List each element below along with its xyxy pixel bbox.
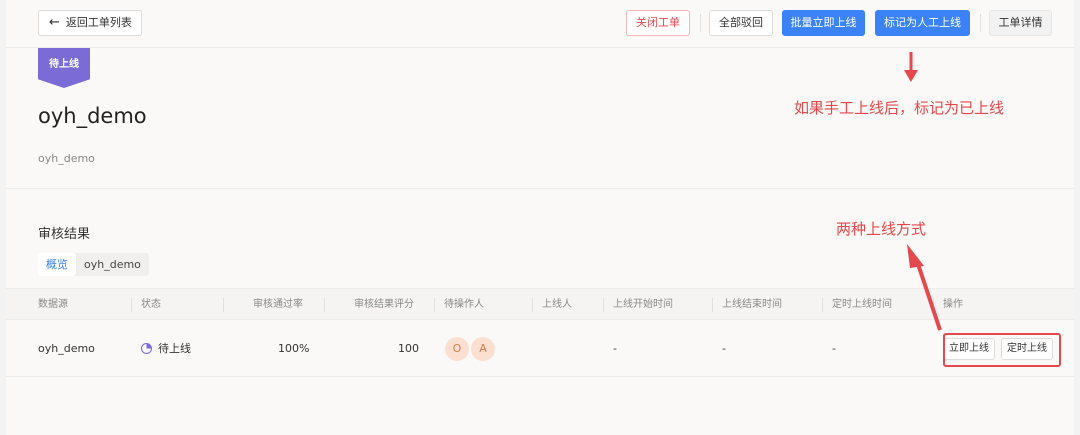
scheduled-time-cell: -	[832, 342, 836, 355]
start-time-cell: -	[613, 342, 617, 355]
column-header: 待操作人	[434, 289, 484, 321]
annotation-note-methods: 两种上线方式	[836, 220, 927, 238]
datasource-cell: oyh_demo	[38, 342, 95, 355]
score-cell: 100	[398, 342, 419, 355]
tab-oyh-demo[interactable]: oyh_demo	[76, 253, 149, 276]
column-header: 定时上线时间	[822, 289, 892, 321]
toolbar-divider	[700, 14, 701, 32]
ticket-detail-button[interactable]: 工单详情	[989, 10, 1052, 36]
section-divider	[6, 188, 1074, 189]
avatar[interactable]: A	[471, 337, 495, 361]
close-ticket-button[interactable]: 关闭工单	[626, 10, 690, 36]
end-time-cell: -	[722, 342, 726, 355]
mark-manual-online-button[interactable]: 标记为人工上线	[875, 10, 970, 36]
arrow-left-icon: ←	[49, 15, 60, 30]
page-description: oyh_demo	[38, 152, 95, 165]
column-header: 上线人	[532, 289, 572, 321]
tab-overview[interactable]: 概览	[38, 253, 76, 276]
column-header: 操作	[933, 289, 963, 321]
table-row: oyh_demo 待上线 100% 100 O A - - - 立即上线 定时上…	[6, 321, 1074, 377]
column-header: 上线开始时间	[603, 289, 673, 321]
status-text: 待上线	[158, 342, 191, 355]
review-tabs: 概览 oyh_demo	[38, 253, 149, 276]
toolbar-divider	[980, 14, 981, 32]
pass-rate-cell: 100%	[278, 342, 310, 355]
back-button-label: 返回工单列表	[65, 16, 132, 29]
review-section-title: 审核结果	[38, 227, 91, 242]
column-header: 审核结果评分	[324, 289, 414, 321]
toolbar: ← 返回工单列表 关闭工单 全部驳回 批量立即上线 标记为人工上线 工单详情	[6, 0, 1074, 48]
status-cell: 待上线	[141, 321, 191, 377]
back-to-list-button[interactable]: ← 返回工单列表	[38, 10, 142, 36]
pending-status-icon	[141, 342, 152, 354]
page-title: oyh_demo	[38, 104, 147, 128]
column-header: 审核通过率	[223, 289, 303, 321]
reject-all-button[interactable]: 全部驳回	[709, 10, 773, 36]
table-header: 数据源 状态 审核通过率 审核结果评分 待操作人 上线人 上线开始时间 上线结束…	[6, 288, 1074, 320]
batch-online-button[interactable]: 批量立即上线	[782, 10, 865, 36]
annotation-highlight-box	[943, 333, 1061, 367]
annotation-note-mark: 如果手工上线后，标记为已上线	[794, 99, 1005, 117]
column-header: 数据源	[38, 299, 68, 310]
column-header: 状态	[131, 289, 161, 321]
column-header: 上线结束时间	[712, 289, 782, 321]
avatar[interactable]: O	[445, 337, 469, 361]
status-badge: 待上线	[38, 48, 90, 88]
page: ← 返回工单列表 关闭工单 全部驳回 批量立即上线 标记为人工上线 工单详情 待上…	[6, 0, 1074, 435]
